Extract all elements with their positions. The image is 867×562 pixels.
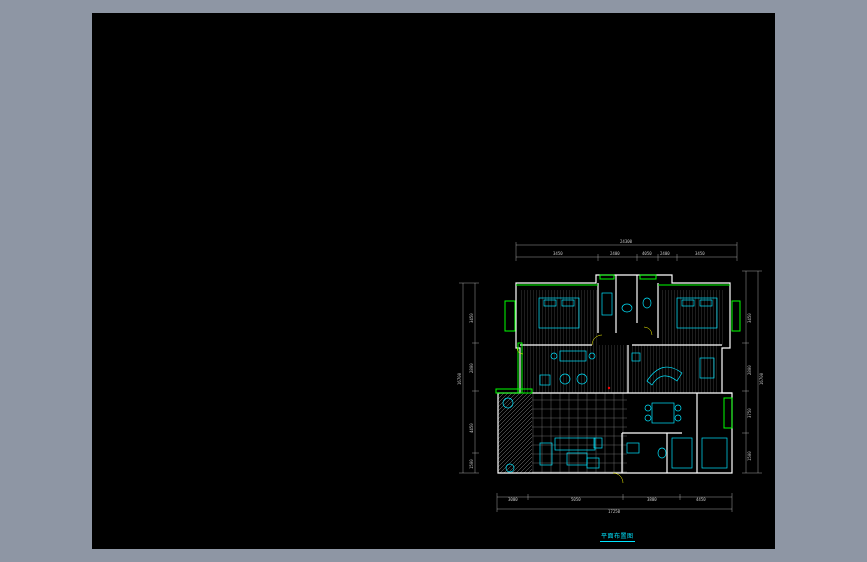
dim-bottom-1: 3000 bbox=[508, 497, 518, 502]
dim-right-total: 16700 bbox=[759, 372, 764, 385]
dim-bottom-total: 17250 bbox=[608, 509, 621, 514]
dim-top-1: 3450 bbox=[553, 251, 563, 256]
dimension-lines-right bbox=[742, 270, 762, 474]
kitchen-table bbox=[651, 402, 675, 424]
dim-top-2: 2400 bbox=[610, 251, 620, 256]
dim-bottom-2: 5050 bbox=[571, 497, 581, 502]
floor-plan-drawing: 24300 3450 2400 4050 2400 3450 3000 5050… bbox=[457, 239, 764, 514]
cad-model-viewport[interactable]: 24300 3450 2400 4050 2400 3450 3000 5050… bbox=[92, 13, 775, 549]
dim-top-total: 24300 bbox=[620, 239, 633, 244]
dim-left-1: 3450 bbox=[469, 313, 474, 323]
dim-right-4: 1500 bbox=[747, 451, 752, 461]
plan-title: 平面布置图 bbox=[600, 533, 635, 542]
dim-bottom-4: 4450 bbox=[696, 497, 706, 502]
dim-right-3: 3750 bbox=[747, 408, 752, 418]
dim-right-1: 3450 bbox=[747, 313, 752, 323]
dim-left-total: 16700 bbox=[457, 372, 462, 385]
dim-right-2: 2800 bbox=[747, 365, 752, 375]
dim-top-5: 3450 bbox=[695, 251, 705, 256]
origin-marker bbox=[607, 386, 611, 390]
dim-bottom-3: 3800 bbox=[647, 497, 657, 502]
dim-left-4: 1500 bbox=[469, 459, 474, 469]
floor-finishes bbox=[498, 290, 725, 473]
dim-top-4: 2400 bbox=[660, 251, 670, 256]
dim-left-2: 2800 bbox=[469, 363, 474, 373]
dimension-lines-left bbox=[459, 282, 479, 474]
dim-top-3: 4050 bbox=[642, 251, 652, 256]
dim-left-3: 4450 bbox=[469, 423, 474, 433]
